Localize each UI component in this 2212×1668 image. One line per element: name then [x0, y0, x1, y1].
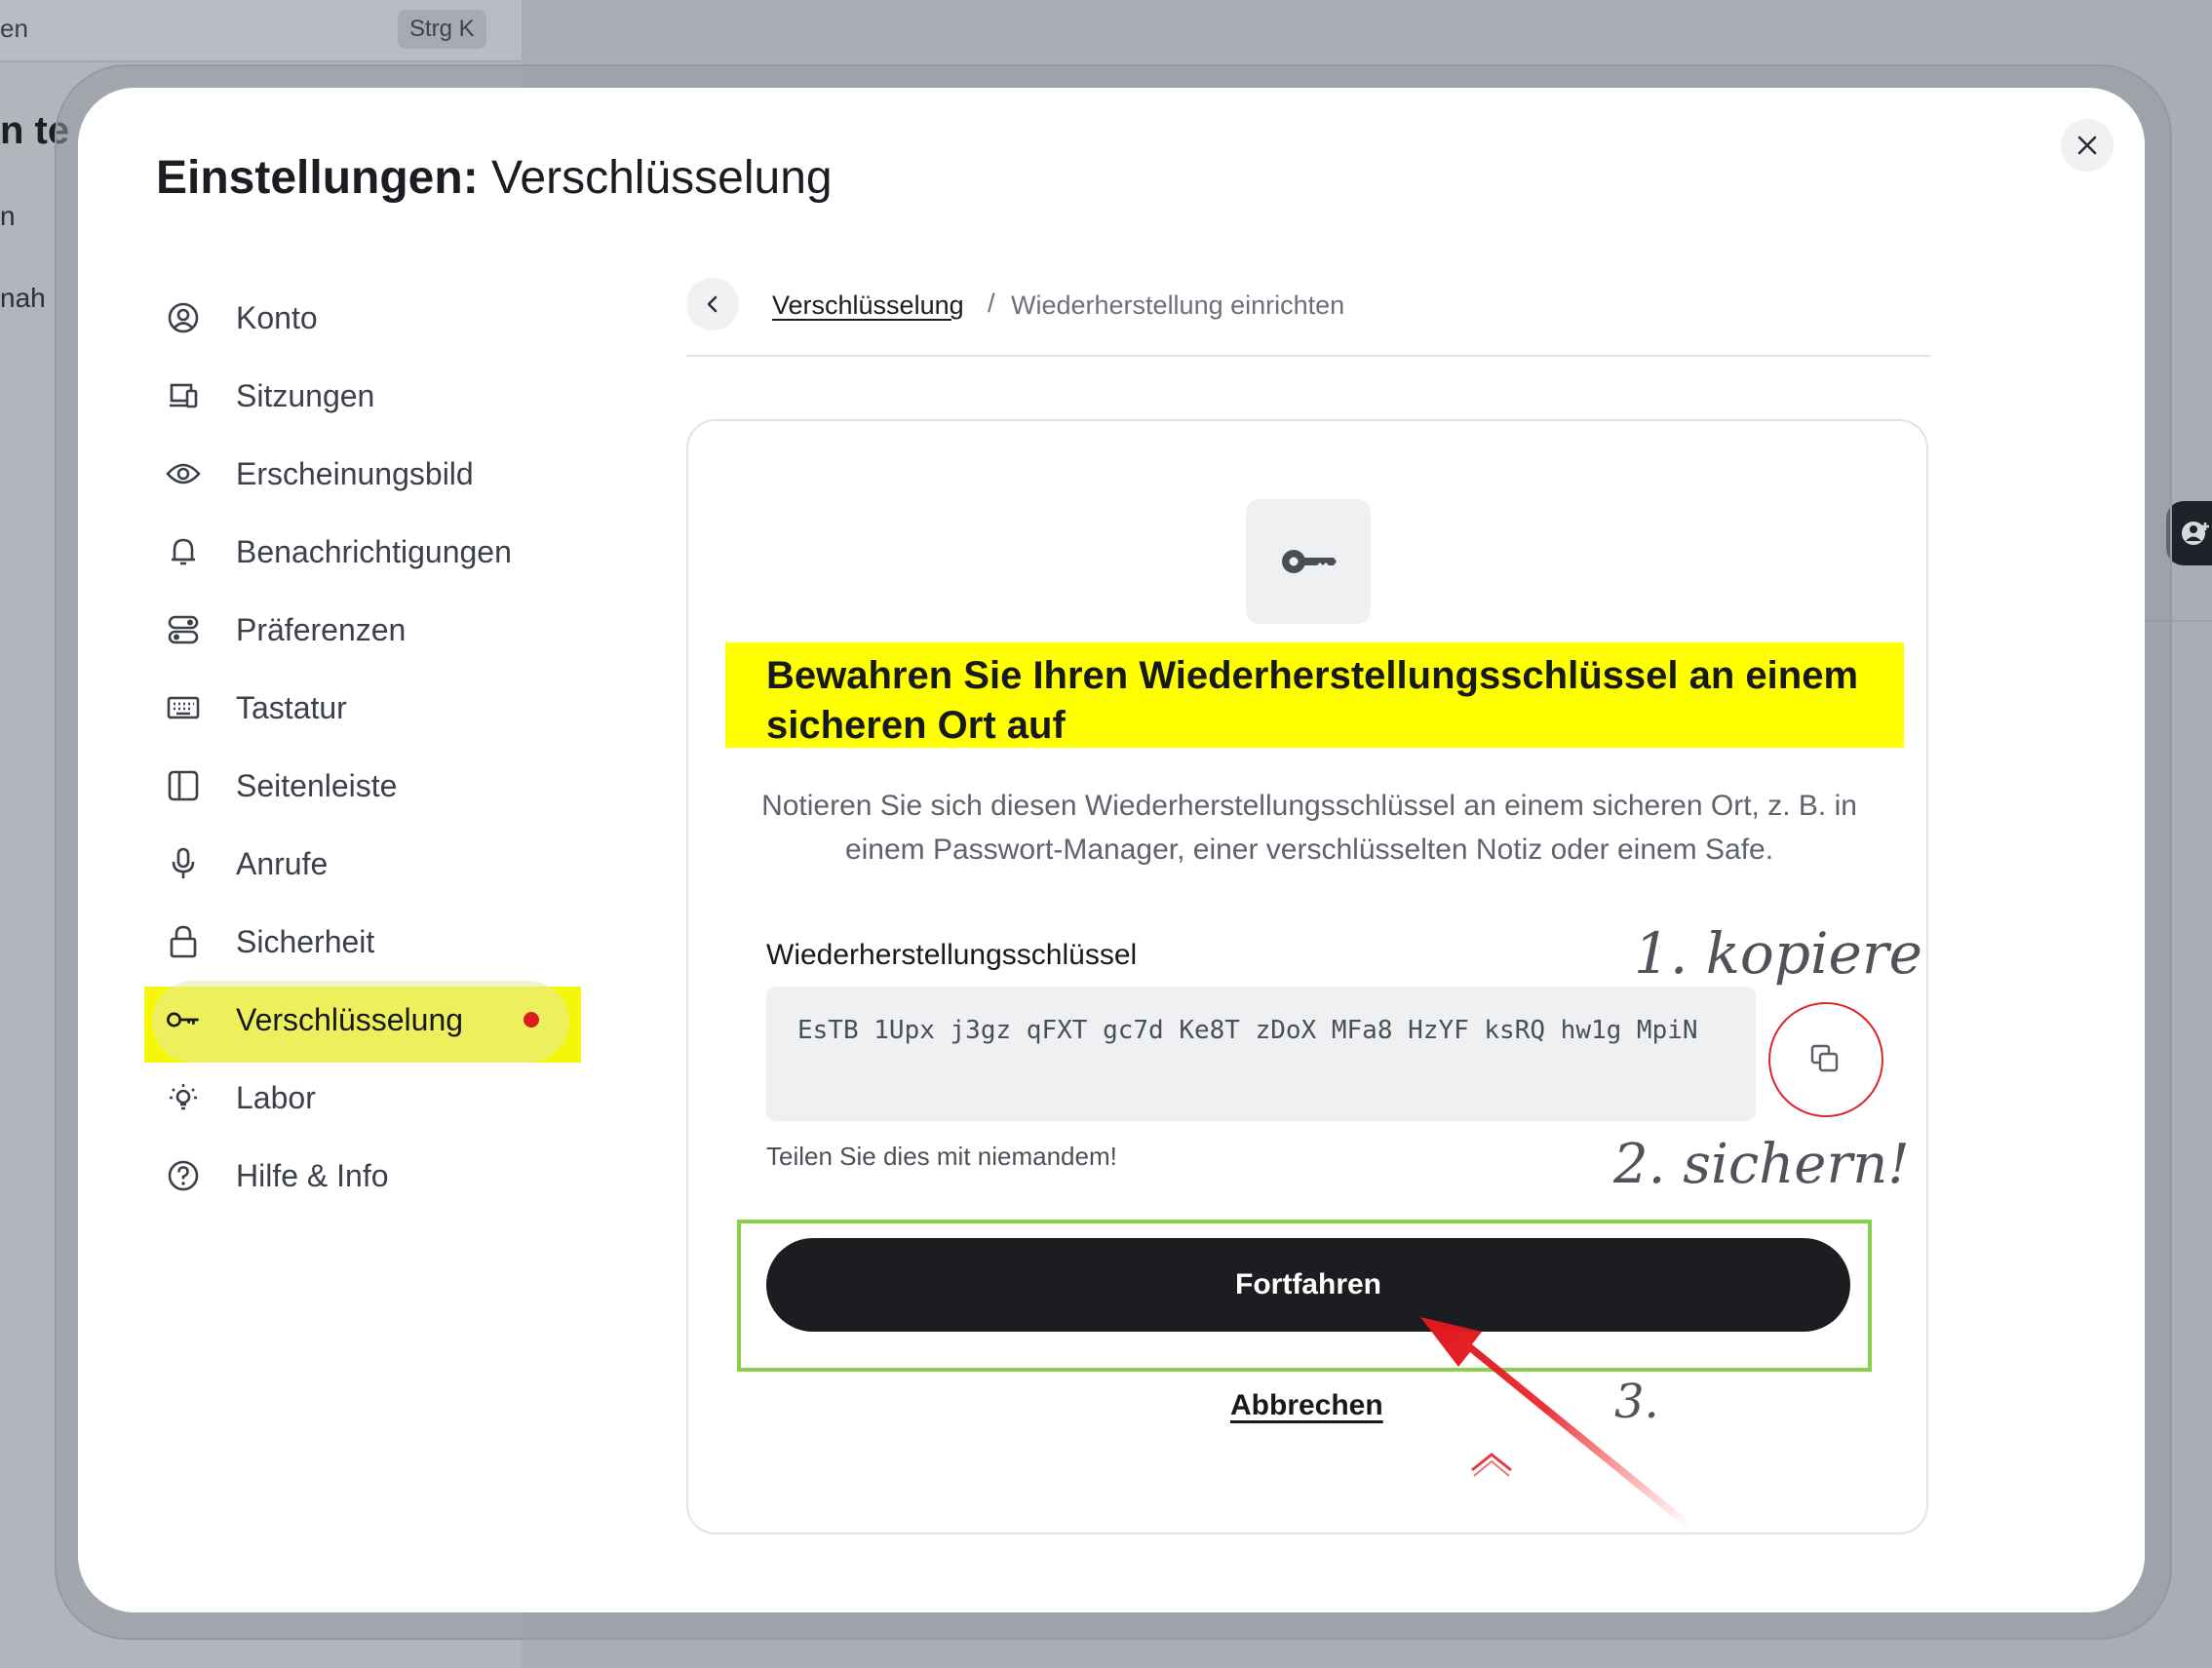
back-button[interactable]	[686, 278, 739, 330]
key-tile	[1246, 499, 1371, 624]
card-headline: Bewahren Sie Ihren Wiederherstellungssch…	[766, 654, 1859, 747]
card-description: Notieren Sie sich diesen Wiederherstellu…	[761, 790, 1857, 866]
key-icon	[1282, 550, 1337, 573]
recovery-key-value[interactable]: EsTB 1Upx j3gz qFXT gc7d Ke8T zDoX MFa8 …	[797, 1016, 1698, 1045]
unread-badge	[524, 1012, 539, 1028]
dialog-title: Einstellungen: Verschlüsselung	[156, 151, 833, 205]
devices-icon	[166, 378, 201, 413]
account-circle-icon	[166, 300, 201, 335]
sidebar-item-label: Verschlüsselung	[236, 1001, 464, 1037]
key-icon	[166, 1002, 201, 1037]
sidebar-item-labor[interactable]: Labor	[166, 1068, 316, 1127]
sidebar-item-benachrichtigungen[interactable]: Benachrichtigungen	[166, 523, 512, 581]
sidebar-item-konto[interactable]: Konto	[166, 289, 318, 347]
background-text-line: nah	[0, 283, 46, 313]
lightbulb-icon	[166, 1080, 201, 1115]
close-icon	[2077, 136, 2097, 155]
sidebar-item-anrufe[interactable]: Anrufe	[166, 834, 328, 893]
breadcrumb-divider	[686, 355, 1930, 357]
sidebar-item-sitzungen[interactable]: Sitzungen	[166, 367, 374, 425]
sidebar-item-label: Tastatur	[236, 689, 347, 725]
annotation-step-2: 2. sichern!	[1613, 1133, 1910, 1196]
recovery-key-hint: Teilen Sie dies mit niemandem!	[766, 1142, 1117, 1171]
background-search-shortcut: Strg K	[398, 10, 486, 49]
toggles-icon	[166, 612, 201, 647]
breadcrumb-link-verschluesselung[interactable]: Verschlüsselung	[772, 291, 964, 321]
sidebar-item-verschluesselung[interactable]: Verschlüsselung	[166, 990, 463, 1049]
add-user-icon	[2182, 522, 2209, 545]
help-circle-icon	[166, 1158, 201, 1193]
breadcrumb-current: Wiederherstellung einrichten	[1011, 291, 1345, 320]
close-button[interactable]	[2061, 119, 2114, 172]
sidebar-item-label: Seitenleiste	[236, 767, 398, 803]
sidebar-item-seitenleiste[interactable]: Seitenleiste	[166, 756, 397, 815]
annotation-step-3: 3.	[1614, 1375, 1659, 1429]
sidebar-item-label: Labor	[236, 1079, 316, 1115]
bell-icon	[166, 534, 201, 569]
chevron-left-icon	[707, 295, 718, 313]
background-search-text: en	[0, 14, 28, 43]
sidebar-item-label: Benachrichtigungen	[236, 533, 512, 569]
recovery-key-label: Wiederherstellungsschlüssel	[766, 939, 1138, 971]
sidebar-item-hilfe-info[interactable]: Hilfe & Info	[166, 1146, 389, 1205]
dialog-title-bold: Einstellungen:	[156, 152, 479, 204]
copy-icon	[1810, 1044, 1839, 1072]
continue-button[interactable]: Fortfahren	[766, 1238, 1850, 1332]
cancel-button[interactable]: Abbrechen	[1230, 1389, 1383, 1422]
microphone-icon	[166, 846, 201, 881]
background-text-line: n	[0, 201, 16, 231]
sidebar-item-label: Konto	[236, 299, 318, 335]
sidebar-item-tastatur[interactable]: Tastatur	[166, 679, 347, 737]
breadcrumb-separator: /	[988, 289, 995, 318]
lock-icon	[166, 924, 201, 959]
copy-button[interactable]	[1798, 1031, 1852, 1086]
sidebar-item-label: Sitzungen	[236, 377, 375, 413]
sidebar-item-label: Sicherheit	[236, 923, 375, 959]
eye-icon	[166, 456, 201, 491]
keyboard-icon	[166, 690, 201, 725]
sidebar-icon	[166, 768, 201, 803]
background-search-bar: en Strg K	[0, 0, 522, 62]
sidebar-item-label: Erscheinungsbild	[236, 455, 474, 491]
sidebar-item-sicherheit[interactable]: Sicherheit	[166, 912, 374, 971]
annotation-step-1: 1. kopiere	[1634, 920, 1922, 987]
dialog-title-section: Verschlüsselung	[491, 152, 833, 204]
sidebar-item-erscheinungsbild[interactable]: Erscheinungsbild	[166, 445, 474, 503]
recovery-key-field[interactable]	[766, 987, 1756, 1121]
sidebar-item-label: Anrufe	[236, 845, 329, 881]
sidebar-item-label: Hilfe & Info	[236, 1157, 389, 1193]
background-add-user-button	[2166, 501, 2212, 565]
sidebar-item-praeferenzen[interactable]: Präferenzen	[166, 601, 406, 659]
sidebar-item-label: Präferenzen	[236, 611, 407, 647]
